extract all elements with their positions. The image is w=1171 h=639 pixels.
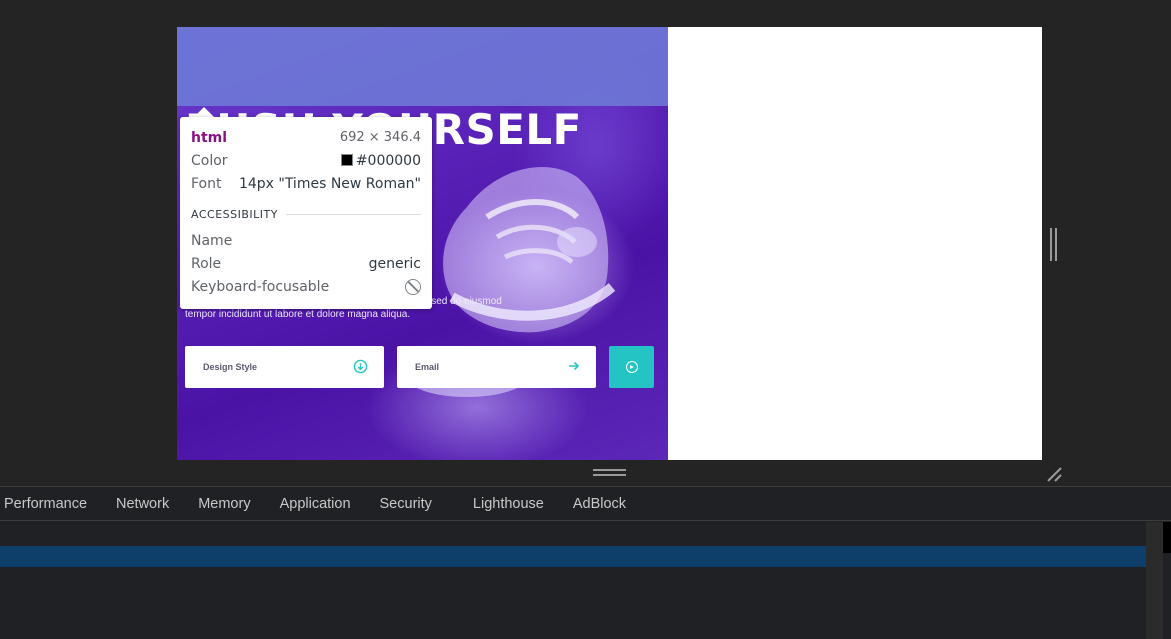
- arrow-right-icon: [568, 360, 580, 374]
- play-circle-icon: [625, 361, 638, 373]
- tooltip-accessibility-heading: ACCESSIBILITY: [191, 207, 278, 221]
- tooltip-keyboard-label: Keyboard-focusable: [191, 278, 330, 295]
- tab-application[interactable]: Application: [280, 487, 351, 521]
- water-splash: [557, 227, 597, 257]
- design-style-label: Design Style: [203, 362, 258, 372]
- tooltip-role-value: generic: [368, 255, 421, 272]
- submit-button[interactable]: [609, 346, 654, 388]
- viewport-height-resize-handle[interactable]: [593, 469, 626, 478]
- color-swatch: [340, 153, 353, 166]
- inspect-tooltip: html 692 × 346.4 Color #000000 Font 14px…: [180, 117, 432, 309]
- email-field[interactable]: Email: [397, 346, 596, 388]
- tab-adblock[interactable]: AdBlock: [573, 487, 626, 521]
- tab-performance[interactable]: Performance: [4, 487, 87, 521]
- tab-security[interactable]: Security: [380, 487, 432, 521]
- tooltip-color-value: #000000: [355, 152, 421, 169]
- devtools-scrollbar[interactable]: [1146, 522, 1163, 639]
- tab-network[interactable]: Network: [116, 487, 169, 521]
- tooltip-element-size: 692 × 346.4: [339, 130, 421, 145]
- tooltip-font-label: Font: [191, 175, 222, 192]
- email-label: Email: [415, 362, 440, 372]
- devtools-panel: Performance Network Memory Application S…: [0, 486, 1171, 639]
- tooltip-tag-name: html: [191, 129, 228, 146]
- tab-lighthouse[interactable]: Lighthouse: [473, 487, 544, 521]
- scrollbar-thumb[interactable]: [1163, 522, 1171, 553]
- selected-node-row[interactable]: [0, 546, 1146, 567]
- element-highlight-overlay: [177, 27, 668, 106]
- tooltip-font-value: 14px "Times New Roman": [238, 175, 421, 192]
- tooltip-color-label: Color: [191, 152, 228, 169]
- tooltip-role-label: Role: [191, 255, 222, 272]
- tab-memory[interactable]: Memory: [198, 487, 250, 521]
- divider: [285, 213, 421, 215]
- corner-resize-icon[interactable]: [1045, 465, 1063, 483]
- design-style-select[interactable]: Design Style: [185, 346, 384, 388]
- arrow-down-circle-icon: [353, 359, 368, 376]
- not-focusable-icon: [405, 278, 421, 295]
- devtools-tab-bar: Performance Network Memory Application S…: [0, 487, 1171, 521]
- viewport-width-resize-handle[interactable]: [1050, 228, 1058, 261]
- tooltip-name-label: Name: [191, 232, 233, 249]
- tooltip-arrow: [194, 107, 214, 117]
